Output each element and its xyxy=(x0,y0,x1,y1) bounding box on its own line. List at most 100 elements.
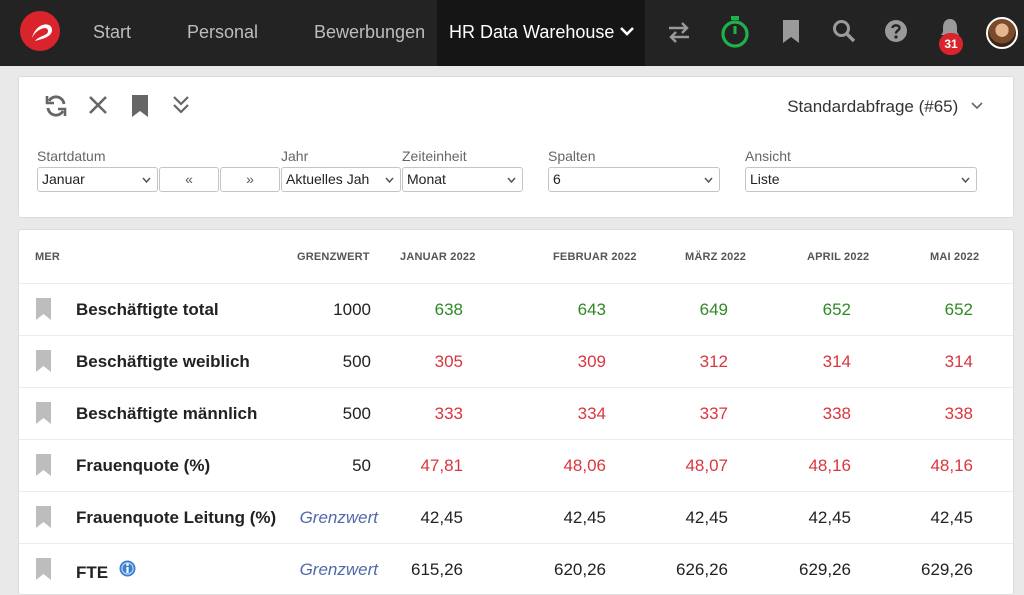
row-grenzwert: 1000 xyxy=(333,300,371,319)
nav-hr-data-warehouse[interactable]: HR Data Warehouse xyxy=(437,0,645,66)
row-label: Frauenquote (%) xyxy=(76,456,211,475)
row-value-mai: 314 xyxy=(944,352,973,371)
user-avatar[interactable] xyxy=(986,17,1018,49)
table-row[interactable]: FTE Grenzwert 615,26 620,26 626,26 629,2… xyxy=(19,543,1013,594)
table-row[interactable]: Beschäftigte männlich 500 333 334 337 33… xyxy=(19,387,1013,439)
column-header-april-2022[interactable]: APRIL 2022 xyxy=(807,251,869,263)
ansicht-value: Liste xyxy=(750,171,780,187)
nav-bewerbungen[interactable]: Bewerbungen xyxy=(314,0,425,66)
chevron-down-icon xyxy=(620,27,634,36)
nav-personal[interactable]: Personal xyxy=(187,0,258,66)
row-bookmark-icon[interactable] xyxy=(35,401,52,425)
row-value-mai: 652 xyxy=(944,300,973,319)
app-logo[interactable] xyxy=(20,11,60,51)
zeiteinheit-label: Zeiteinheit xyxy=(402,148,467,164)
column-header-merkmal[interactable]: MER xyxy=(35,251,60,263)
row-value-mar: 48,07 xyxy=(685,456,728,475)
row-label: Beschäftigte männlich xyxy=(76,404,258,423)
logo-mark-icon xyxy=(32,24,52,41)
startdatum-select[interactable]: Januar xyxy=(37,167,158,192)
row-bookmark-icon[interactable] xyxy=(35,297,52,321)
row-value-apr: 338 xyxy=(822,404,851,423)
row-value-feb: 620,26 xyxy=(554,560,606,579)
zeiteinheit-select[interactable]: Monat xyxy=(402,167,523,192)
row-label: FTE xyxy=(76,563,109,582)
spalten-value: 6 xyxy=(553,171,561,187)
dropdown-arrow-icon xyxy=(142,177,151,183)
row-label: Beschäftigte total xyxy=(76,300,219,319)
spalten-label: Spalten xyxy=(548,148,596,164)
search-icon[interactable] xyxy=(832,19,856,43)
row-value-apr: 42,45 xyxy=(808,508,851,527)
spalten-select[interactable]: 6 xyxy=(548,167,720,192)
row-value-apr: 652 xyxy=(822,300,851,319)
table-row[interactable]: Frauenquote Leitung (%) Grenzwert 42,45 … xyxy=(19,491,1013,543)
row-grenzwert-link[interactable]: Grenzwert xyxy=(300,560,378,580)
top-navigation-bar: Start Personal Bewerbungen HR Data Wareh… xyxy=(0,0,1024,66)
refresh-icon[interactable] xyxy=(44,94,68,118)
query-select[interactable]: Standardabfrage (#65) xyxy=(787,97,983,117)
row-bookmark-icon[interactable] xyxy=(35,453,52,477)
ansicht-select[interactable]: Liste xyxy=(745,167,977,192)
row-value-jan: 305 xyxy=(434,352,463,371)
stopwatch-icon[interactable] xyxy=(719,15,751,49)
info-icon[interactable] xyxy=(119,560,136,577)
row-grenzwert: 500 xyxy=(342,404,371,423)
row-value-apr: 629,26 xyxy=(799,560,851,579)
row-value-feb: 42,45 xyxy=(563,508,606,527)
row-value-mar: 312 xyxy=(699,352,728,371)
row-value-apr: 48,16 xyxy=(808,456,851,475)
notification-badge[interactable]: 31 xyxy=(939,33,963,55)
row-bookmark-icon[interactable] xyxy=(35,557,52,581)
row-value-mar: 649 xyxy=(699,300,728,319)
jahr-select[interactable]: Aktuelles Jah xyxy=(281,167,401,192)
swap-icon[interactable] xyxy=(666,19,692,45)
filter-panel: Standardabfrage (#65) Startdatum Januar … xyxy=(18,76,1014,218)
zeiteinheit-value: Monat xyxy=(407,171,446,187)
row-value-mar: 626,26 xyxy=(676,560,728,579)
startdatum-value: Januar xyxy=(42,171,85,187)
row-label: Beschäftigte weiblich xyxy=(76,352,250,371)
row-label-with-info: FTE xyxy=(76,560,136,583)
row-value-feb: 334 xyxy=(577,404,606,423)
startdatum-label: Startdatum xyxy=(37,148,106,164)
column-header-maerz-2022[interactable]: MÄRZ 2022 xyxy=(685,251,746,263)
row-grenzwert: 50 xyxy=(352,456,371,475)
row-value-mar: 42,45 xyxy=(685,508,728,527)
close-icon[interactable] xyxy=(87,94,109,116)
nav-start[interactable]: Start xyxy=(93,0,131,66)
bookmark-icon[interactable] xyxy=(781,19,801,45)
row-value-jan: 42,45 xyxy=(420,508,463,527)
ansicht-label: Ansicht xyxy=(745,148,791,164)
row-value-apr: 314 xyxy=(822,352,851,371)
table-row[interactable]: Beschäftigte total 1000 638 643 649 652 … xyxy=(19,283,1013,335)
table-row[interactable]: Frauenquote (%) 50 47,81 48,06 48,07 48,… xyxy=(19,439,1013,491)
dropdown-arrow-icon xyxy=(704,177,713,183)
row-value-feb: 643 xyxy=(577,300,606,319)
dropdown-arrow-icon xyxy=(507,177,516,183)
dropdown-arrow-icon xyxy=(961,177,970,183)
column-header-januar-2022[interactable]: JANUAR 2022 xyxy=(400,251,476,263)
chevron-down-icon xyxy=(971,102,983,110)
row-value-jan: 333 xyxy=(434,404,463,423)
table-row[interactable]: Beschäftigte weiblich 500 305 309 312 31… xyxy=(19,335,1013,387)
row-bookmark-icon[interactable] xyxy=(35,349,52,373)
row-value-mai: 338 xyxy=(944,404,973,423)
bookmark-icon[interactable] xyxy=(130,94,150,118)
double-chevron-down-icon[interactable] xyxy=(171,94,191,116)
row-label: Frauenquote Leitung (%) xyxy=(76,508,277,527)
query-select-label: Standardabfrage (#65) xyxy=(787,97,959,116)
column-header-grenzwert[interactable]: GRENZWERT xyxy=(297,251,370,263)
help-icon[interactable] xyxy=(884,19,908,43)
column-header-februar-2022[interactable]: FEBRUAR 2022 xyxy=(553,251,637,263)
next-period-button[interactable]: » xyxy=(220,167,280,192)
row-value-feb: 48,06 xyxy=(563,456,606,475)
previous-period-button[interactable]: « xyxy=(159,167,219,192)
row-value-mai: 42,45 xyxy=(930,508,973,527)
row-grenzwert-link[interactable]: Grenzwert xyxy=(300,508,378,528)
row-grenzwert: 500 xyxy=(342,352,371,371)
data-table: MER GRENZWERT JANUAR 2022 FEBRUAR 2022 M… xyxy=(18,229,1014,595)
row-bookmark-icon[interactable] xyxy=(35,505,52,529)
column-header-mai-2022[interactable]: MAI 2022 xyxy=(930,251,979,263)
dropdown-arrow-icon xyxy=(385,177,394,183)
